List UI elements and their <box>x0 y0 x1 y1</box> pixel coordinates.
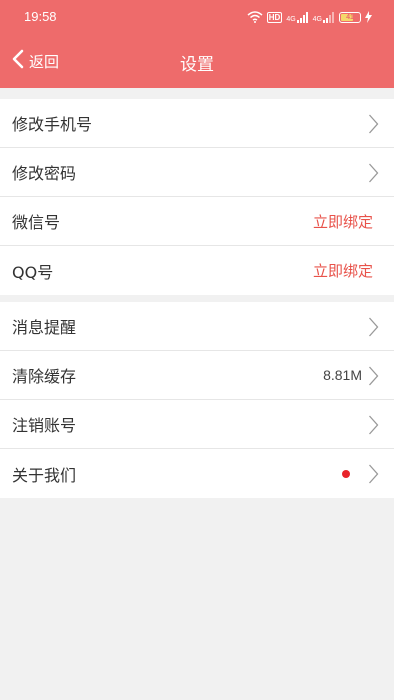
nav-bar: 返回 设置 <box>0 34 394 88</box>
row-label: 修改密码 <box>12 164 77 183</box>
row-label: 消息提醒 <box>12 318 77 337</box>
chevron-right-icon <box>368 163 379 187</box>
hd-icon: HD <box>266 11 283 23</box>
qq-row[interactable]: QQ号 立即绑定 <box>0 246 394 295</box>
bind-wechat-button[interactable]: 立即绑定 <box>313 211 373 232</box>
about-us-row[interactable]: 关于我们 <box>0 449 394 498</box>
page-title: 设置 <box>180 55 214 75</box>
signal-icon-2: 4G <box>312 11 335 23</box>
chevron-right-icon <box>368 415 379 439</box>
wechat-row[interactable]: 微信号 立即绑定 <box>0 197 394 246</box>
row-label: 修改手机号 <box>12 115 93 134</box>
notifications-row[interactable]: 消息提醒 <box>0 302 394 351</box>
signal-type-label: 4G <box>286 15 296 23</box>
row-label: QQ号 <box>12 262 54 282</box>
header: 19:58 HD 4G 4G 41 返回 设置 <box>0 0 394 88</box>
notification-dot <box>342 469 350 478</box>
wifi-icon <box>247 11 263 23</box>
status-bar: 19:58 HD 4G 4G 41 <box>0 0 394 34</box>
chevron-right-icon <box>368 366 379 390</box>
row-label: 清除缓存 <box>12 367 77 386</box>
clear-cache-row[interactable]: 清除缓存 8.81M <box>0 351 394 400</box>
row-label: 注销账号 <box>12 416 77 435</box>
status-time: 19:58 <box>24 9 57 24</box>
settings-group-account: 修改手机号 修改密码 微信号 立即绑定 QQ号 立即绑定 <box>0 99 394 295</box>
bind-qq-button[interactable]: 立即绑定 <box>313 260 373 281</box>
charging-icon <box>365 11 372 23</box>
row-label: 关于我们 <box>12 465 77 485</box>
change-password-row[interactable]: 修改密码 <box>0 148 394 197</box>
status-icons: HD 4G 4G 41 <box>247 8 372 26</box>
change-phone-row[interactable]: 修改手机号 <box>0 99 394 148</box>
chevron-right-icon <box>368 317 379 341</box>
battery-level: 41 <box>346 13 354 21</box>
row-label: 微信号 <box>12 213 61 232</box>
battery-icon: 41 <box>339 11 361 23</box>
chevron-right-icon <box>368 464 379 488</box>
cache-size: 8.81M <box>323 367 362 383</box>
signal-icon: 4G <box>286 11 308 23</box>
signal-type-label-2: 4G <box>312 15 322 23</box>
settings-group-general: 消息提醒 清除缓存 8.81M 注销账号 关于我们 <box>0 302 394 498</box>
deactivate-account-row[interactable]: 注销账号 <box>0 400 394 449</box>
chevron-right-icon <box>368 114 379 138</box>
